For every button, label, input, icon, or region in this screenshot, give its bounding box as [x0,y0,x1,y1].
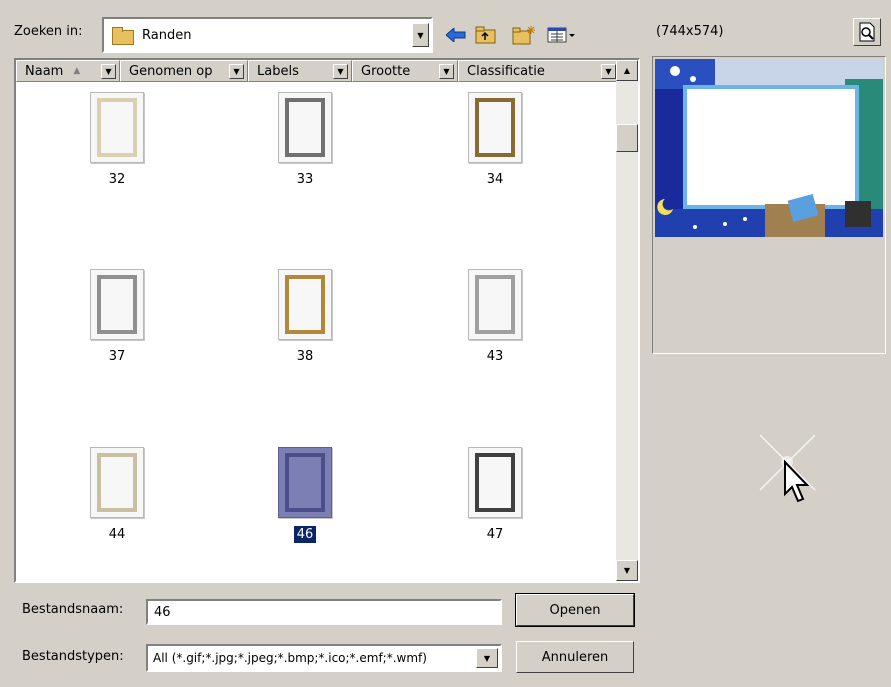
chevron-down-icon[interactable]: ▼ [101,63,116,79]
open-button[interactable]: Openen [515,593,635,627]
look-in-label: Zoeken in: [14,24,83,39]
chevron-down-icon[interactable]: ▼ [229,63,244,79]
filetype-label: Bestandstypen: [22,649,124,664]
thumbnail [278,447,332,518]
up-folder-icon[interactable] [474,24,498,46]
thumbnail [90,447,144,518]
back-icon[interactable] [444,24,468,46]
chevron-down-icon[interactable]: ▼ [439,63,454,79]
list-item[interactable]: 34 [458,92,538,202]
folder-icon [112,27,134,45]
list-item[interactable]: 33 [268,92,348,202]
column-size[interactable]: Grootte ▼ [352,60,458,82]
column-name[interactable]: Naam ▲ ▼ [16,60,120,82]
column-header: Naam ▲ ▼ Genomen op ▼ Labels ▼ Grootte ▼… [16,60,620,82]
look-in-combo[interactable]: Randen ▼ [102,17,433,53]
list-item[interactable]: 37 [80,269,160,379]
cancel-button[interactable]: Annuleren [516,641,634,673]
thumbnail [90,92,144,163]
thumbnail [278,92,332,163]
mouse-cursor-icon [755,430,825,510]
list-item[interactable]: 32 [80,92,160,202]
sort-ascending-icon: ▲ [73,66,81,76]
list-item[interactable]: 47 [458,447,538,557]
vertical-scrollbar[interactable]: ▲ ▼ [616,60,638,581]
chevron-down-icon[interactable]: ▼ [476,648,498,668]
list-item-selected[interactable]: 46 [268,447,348,557]
thumbnail [468,92,522,163]
thumbnail [278,269,332,340]
chevron-down-icon[interactable]: ▼ [412,23,429,47]
file-list[interactable]: Naam ▲ ▼ Genomen op ▼ Labels ▼ Grootte ▼… [14,58,640,583]
list-item[interactable]: 38 [268,269,348,379]
list-item[interactable]: 43 [458,269,538,379]
filetype-value: All (*.gif;*.jpg;*.jpeg;*.bmp;*.ico;*.em… [153,651,427,665]
scroll-up-icon[interactable]: ▲ [616,60,638,81]
filetype-select[interactable]: All (*.gif;*.jpg;*.jpeg;*.bmp;*.ico;*.em… [146,644,502,672]
thumbnail [468,269,522,340]
list-item[interactable]: 44 [80,447,160,557]
thumbnail [468,447,522,518]
view-menu-icon[interactable] [546,24,578,46]
column-rating[interactable]: Classificatie ▼ [458,60,620,82]
thumbnail [90,269,144,340]
scroll-thumb[interactable] [616,124,638,152]
preview-toggle-button[interactable] [853,18,881,46]
preview-pane [652,56,886,354]
column-labels[interactable]: Labels ▼ [248,60,352,82]
column-date-taken[interactable]: Genomen op ▼ [120,60,248,82]
chevron-down-icon[interactable]: ▼ [601,63,616,79]
filename-label: Bestandsnaam: [22,602,124,617]
scroll-down-icon[interactable]: ▼ [616,560,638,581]
preview-size-label: (744x574) [656,24,724,39]
chevron-down-icon[interactable]: ▼ [333,63,348,79]
look-in-value: Randen [142,27,192,43]
preview-image [655,59,883,237]
new-folder-icon[interactable] [512,24,536,46]
filename-input[interactable] [146,599,502,625]
preview-icon [859,22,875,42]
